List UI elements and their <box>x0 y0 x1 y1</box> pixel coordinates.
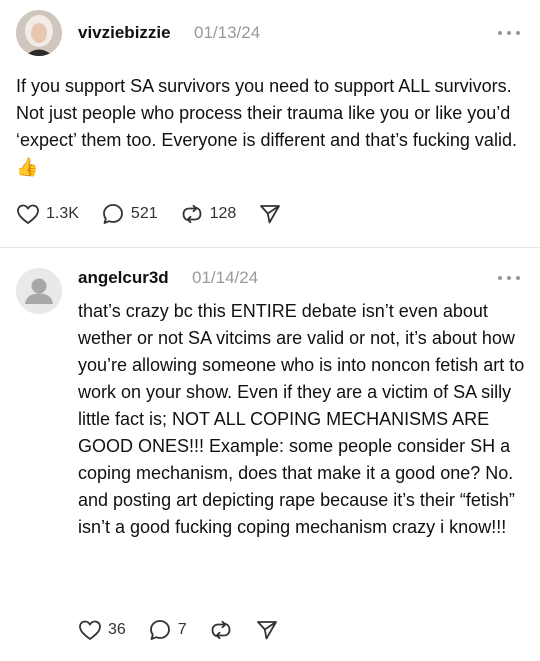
post-date: 01/14/24 <box>192 268 259 287</box>
repost-button[interactable]: 128 <box>180 202 237 226</box>
like-button[interactable]: 1.3K <box>16 203 79 225</box>
like-count: 1.3K <box>46 205 79 222</box>
comment-icon <box>148 618 172 642</box>
share-button[interactable] <box>258 202 282 226</box>
reply-count: 7 <box>177 621 187 638</box>
repost-button[interactable] <box>209 618 233 642</box>
username[interactable]: angelcur3d <box>78 268 169 288</box>
share-icon <box>255 618 279 642</box>
like-button[interactable]: 36 <box>78 619 126 641</box>
heart-icon <box>16 203 40 225</box>
avatar[interactable] <box>16 10 62 56</box>
share-icon <box>258 202 282 226</box>
post-date: 01/13/24 <box>194 23 261 42</box>
more-icon[interactable] <box>498 30 520 36</box>
post-1: vivziebizzie 01/13/24 If you support SA … <box>0 0 540 248</box>
reply-button[interactable]: 7 <box>148 618 187 642</box>
post-actions: 1.3K 521 128 <box>16 202 304 226</box>
avatar[interactable] <box>16 268 62 314</box>
more-icon[interactable] <box>498 275 520 281</box>
heart-icon <box>78 619 102 641</box>
repost-icon <box>180 202 204 226</box>
repost-count: 128 <box>209 205 237 222</box>
username[interactable]: vivziebizzie <box>78 23 171 43</box>
reply-button[interactable]: 521 <box>101 202 158 226</box>
post-text: that’s crazy bc this ENTIRE debate isn’t… <box>78 301 530 537</box>
comment-icon <box>101 202 125 226</box>
repost-icon <box>209 618 233 642</box>
reply-count: 521 <box>130 205 158 222</box>
like-count: 36 <box>108 621 126 638</box>
post-2: angelcur3d 01/14/24 that’s crazy bc this… <box>0 248 540 661</box>
post-text: If you support SA survivors you need to … <box>16 76 522 177</box>
post-actions: 36 7 <box>78 618 301 642</box>
share-button[interactable] <box>255 618 279 642</box>
